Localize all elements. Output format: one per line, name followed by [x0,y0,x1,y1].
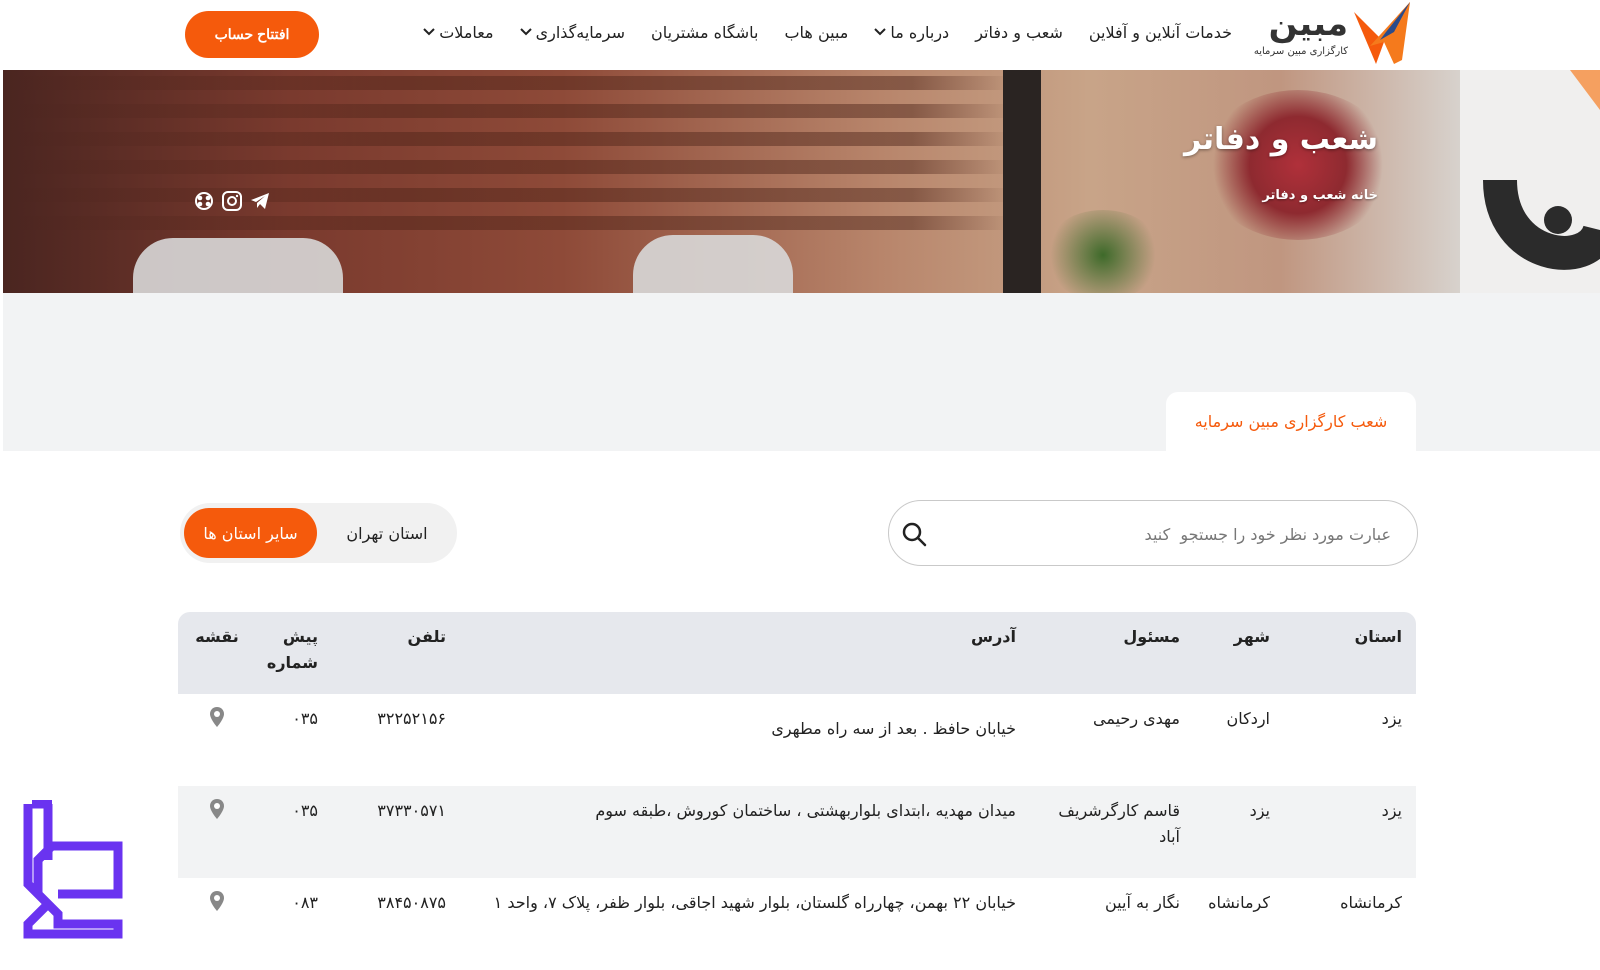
hero-decoration [633,235,793,293]
logo-wordmark: مبین [1268,4,1349,44]
nav-label: معاملات [439,22,494,42]
nav-item-branches[interactable]: شعب و دفاتر [975,23,1063,42]
nav-label: درباره ما [890,22,950,42]
tab-branches[interactable]: شعب کارگزاری مبین سرمایه [1166,392,1416,451]
cell-address: خیابان ۲۲ بهمن، چهارراه گلستان، بلوار شه… [493,893,1016,912]
search-icon[interactable] [901,521,927,547]
cell-map [186,890,248,920]
chevron-down-icon [423,28,435,36]
header-manager: مسئول [1123,627,1180,646]
province-toggle: سایر استان ها استان تهران [180,503,457,563]
cell-map [186,798,248,828]
map-pin-icon[interactable] [209,706,225,728]
cell-map [186,706,248,736]
top-navbar: مبین کارگزاری مبین سرمایه معاملات سرمایه… [0,0,1600,70]
instagram-icon[interactable] [221,190,243,212]
header-area-code: پیش شماره [266,627,318,672]
cell-province: کرمانشاه [1340,893,1402,912]
header-address: آدرس [971,627,1016,646]
header-province: استان [1354,627,1402,646]
map-pin-icon[interactable] [209,890,225,912]
logo-subtitle: کارگزاری مبین سرمایه [1253,46,1348,57]
main-nav: معاملات سرمایه‌گذاری باشگاه مشتریان مبین… [423,0,1232,64]
hero-decoration [1043,210,1163,293]
cell-area-code: ۰۳۵ [292,709,318,728]
chevron-down-icon [519,28,532,36]
hero-decoration [133,238,343,293]
nav-item-services[interactable]: خدمات آنلاین و آفلاین [1089,23,1232,42]
nav-item-club[interactable]: باشگاه مشتریان [651,23,759,42]
breadcrumb[interactable]: خانه شعب و دفاتر [1262,188,1378,203]
cell-phone: ۳۲۲۵۲۱۵۶ [377,709,446,728]
nav-item-about[interactable]: درباره ما [874,23,949,42]
cell-phone: ۳۷۳۳۰۵۷۱ [377,801,446,820]
cell-city: کرمانشاه [1208,893,1270,912]
watermark-logo-icon [23,800,123,939]
hero-decoration [1460,70,1600,293]
page-title: شعب و دفاتر [1184,122,1378,157]
cell-area-code: ۰۸۳ [292,893,318,912]
search-box [888,500,1418,566]
nav-label: سرمایه‌گذاری [535,22,625,42]
nav-item-investment[interactable]: سرمایه‌گذاری [519,22,625,42]
hero-decoration [1003,70,1041,293]
telegram-icon[interactable] [249,190,271,212]
toggle-tehran[interactable]: استان تهران [320,508,454,558]
hero-decoration [1203,90,1393,240]
aparat-icon[interactable] [193,190,215,212]
nav-label: شعب و دفاتر [975,22,1063,42]
logo-mark-icon [1354,2,1410,64]
hero-decoration [3,216,1013,230]
nav-label: مبین هاب [784,22,849,42]
cell-manager: نگار به آیین [1105,893,1180,912]
cell-province: یزد [1381,801,1402,820]
cell-province: یزد [1381,709,1402,728]
brand-logo[interactable]: مبین کارگزاری مبین سرمایه [1242,2,1412,68]
nav-label: خدمات آنلاین و آفلاین [1088,22,1232,42]
cell-address: میدان مهدیه ،ابتدای بلواربهشتی ، ساختمان… [595,801,1016,820]
cell-area-code: ۰۳۵ [292,801,318,820]
branches-table: استان شهر مسئول آدرس تلفن پیش شماره نقشه… [178,612,1416,970]
hero-decoration [3,160,1013,174]
cell-address: خیابان حافظ . بعد از سه راه مطهری [771,719,1016,738]
hero-decoration [3,132,1013,146]
hero-decoration [3,76,1013,90]
brand-letter-icon [1483,70,1600,270]
header-map: نقشه [195,627,239,646]
cell-manager: قاسم کارگرشریف آباد [1058,801,1180,846]
chevron-down-icon [874,28,887,36]
toggle-other-provinces[interactable]: سایر استان ها [184,508,317,558]
hero-banner: شعب و دفاتر خانه شعب و دفاتر [3,70,1600,293]
header-phone: تلفن [407,627,446,646]
search-input[interactable] [973,519,1393,549]
cell-city: یزد [1249,801,1270,820]
nav-item-hub[interactable]: مبین هاب [784,23,848,42]
hero-decoration [3,188,1013,202]
table-row: یزد اردکان مهدی رحیمی خیابان حافظ . بعد … [178,694,1416,786]
nav-label: باشگاه مشتریان [650,22,759,42]
open-account-button[interactable]: افتتاح حساب [185,11,319,58]
cell-manager: مهدی رحیمی [1093,709,1180,728]
social-links [193,190,271,212]
table-row: کرمانشاه کرمانشاه نگار به آیین خیابان ۲۲… [178,878,1416,970]
table-row: یزد یزد قاسم کارگرشریف آباد میدان مهدیه … [178,786,1416,878]
header-city: شهر [1233,627,1270,646]
hero-decoration [3,104,1013,118]
nav-item-trades[interactable]: معاملات [423,22,494,42]
cell-city: اردکان [1226,709,1270,728]
map-pin-icon[interactable] [209,798,225,820]
table-header: استان شهر مسئول آدرس تلفن پیش شماره نقشه [178,612,1416,694]
cell-phone: ۳۸۴۵۰۸۷۵ [377,893,446,912]
